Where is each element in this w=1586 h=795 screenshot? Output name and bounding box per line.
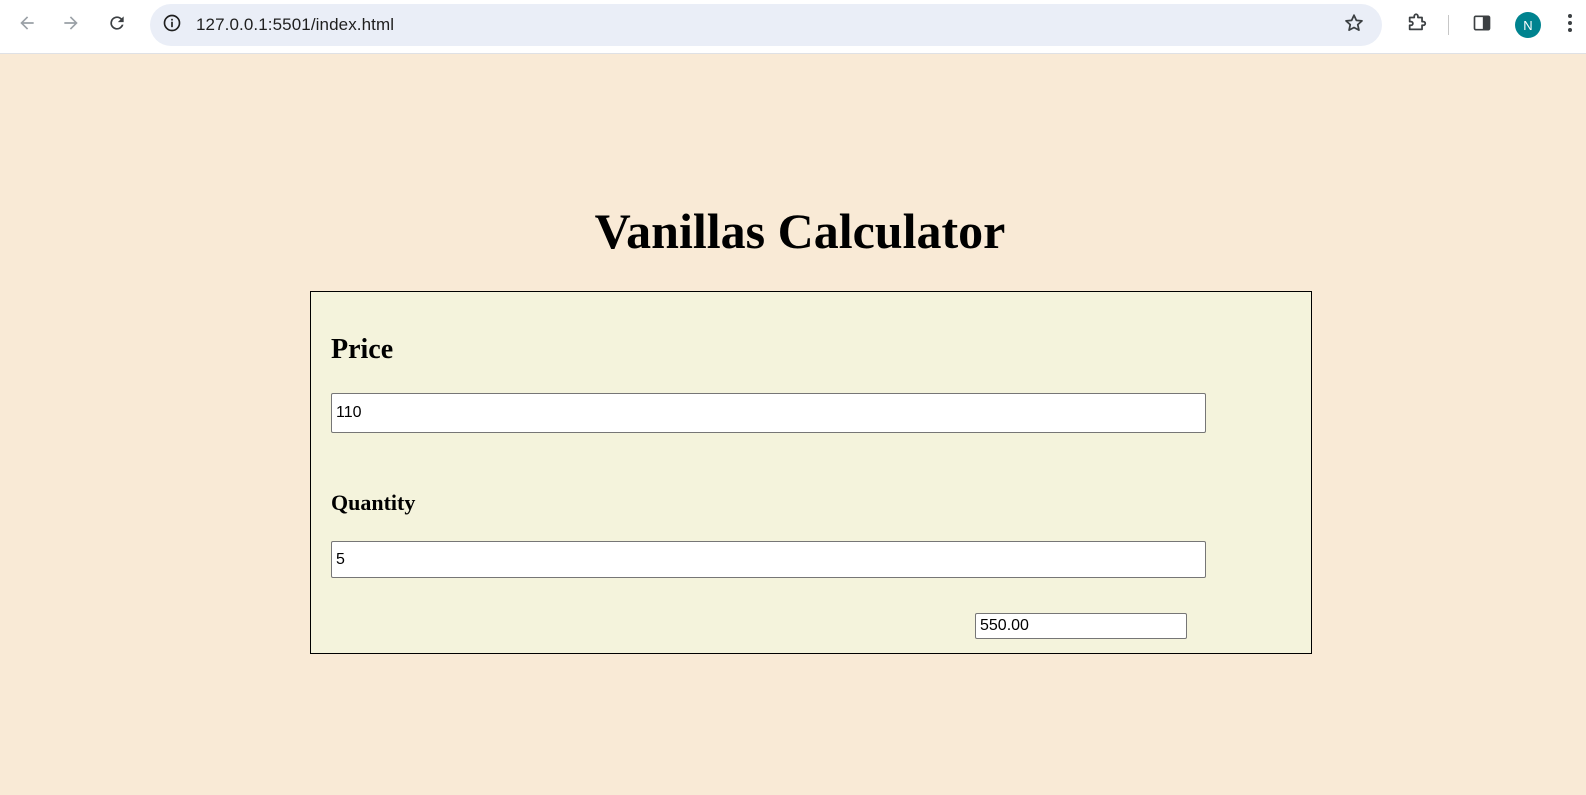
total-output[interactable] <box>975 613 1187 639</box>
bookmark-button[interactable] <box>1338 9 1370 41</box>
browser-menu-button[interactable] <box>1560 8 1580 42</box>
page-title: Vanillas Calculator <box>594 203 1006 259</box>
arrow-right-icon <box>61 13 81 38</box>
calculator-form: Price Quantity <box>310 291 1312 654</box>
forward-button[interactable] <box>54 8 88 42</box>
arrow-left-icon <box>17 13 37 38</box>
back-button[interactable] <box>10 8 44 42</box>
puzzle-icon <box>1406 12 1428 39</box>
reload-button[interactable] <box>100 8 134 42</box>
price-label: Price <box>331 334 394 365</box>
toolbar-divider <box>1448 15 1449 35</box>
side-panel-icon <box>1472 13 1492 38</box>
price-input[interactable] <box>331 393 1206 433</box>
site-info-button[interactable] <box>156 9 188 41</box>
extensions-button[interactable] <box>1400 8 1434 42</box>
address-bar[interactable]: 127.0.0.1:5501/index.html <box>150 4 1382 46</box>
reload-icon <box>107 13 127 38</box>
quantity-input[interactable] <box>331 541 1206 578</box>
quantity-label: Quantity <box>331 490 416 515</box>
star-icon <box>1343 12 1365 39</box>
profile-avatar[interactable]: N <box>1515 12 1541 38</box>
browser-toolbar: 127.0.0.1:5501/index.html N <box>0 0 1586 54</box>
side-panel-button[interactable] <box>1465 8 1499 42</box>
kebab-menu-icon <box>1567 13 1573 38</box>
page-body: Vanillas Calculator Price Quantity <box>0 54 1586 795</box>
info-icon <box>162 13 182 38</box>
url-text[interactable]: 127.0.0.1:5501/index.html <box>196 15 394 35</box>
